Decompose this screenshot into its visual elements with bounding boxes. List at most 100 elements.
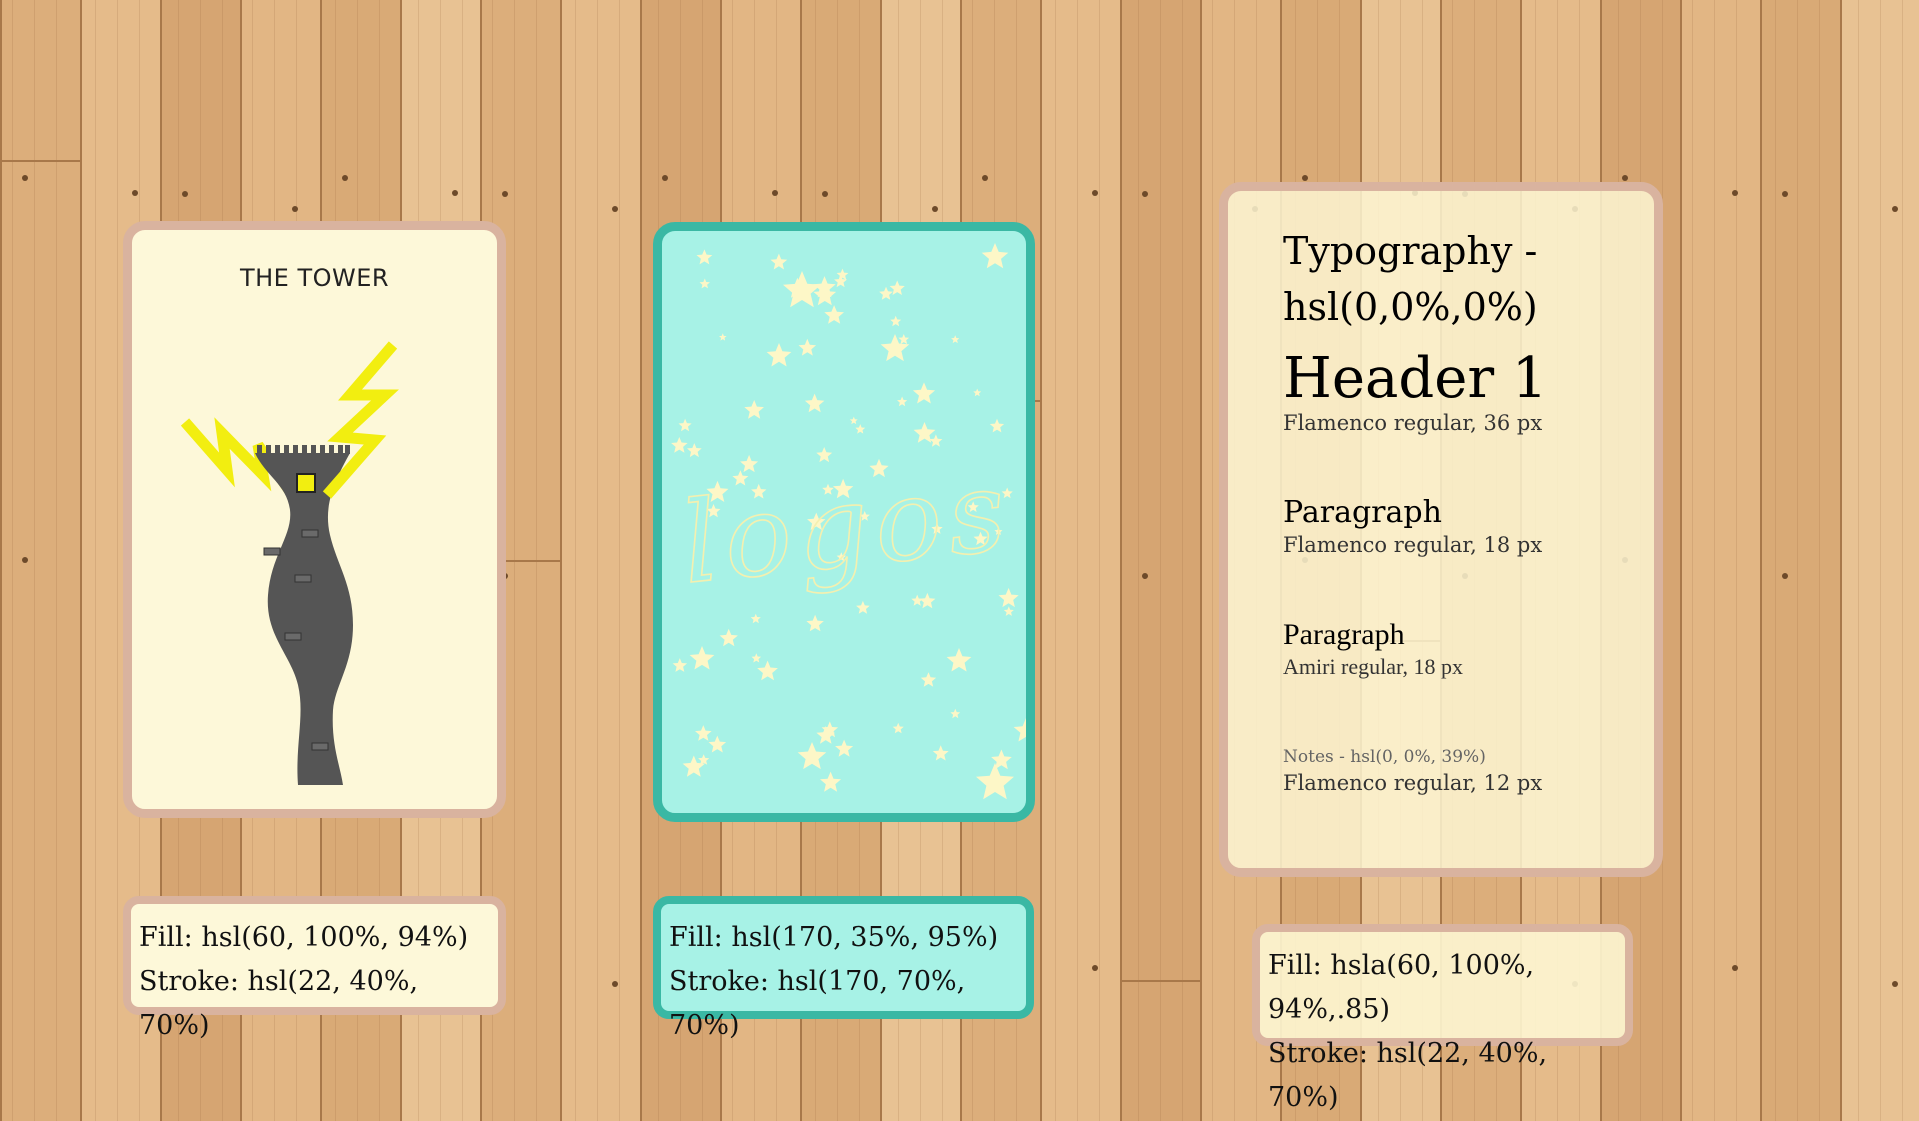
nail-head xyxy=(132,190,138,196)
nail-head xyxy=(1622,175,1628,181)
star-icon xyxy=(897,396,908,407)
header-1-spec: Flamenco regular, 36 px xyxy=(1283,411,1543,435)
plank-seam xyxy=(1680,0,1682,1121)
star-icon xyxy=(766,343,792,367)
plank-seam xyxy=(560,0,562,1121)
wood-grain xyxy=(1714,0,1715,1121)
star-icon xyxy=(855,424,866,434)
star-icon xyxy=(998,587,1019,608)
nail-head xyxy=(502,191,508,197)
plank-joint xyxy=(1120,980,1200,982)
star-icon xyxy=(951,335,960,344)
nail-head xyxy=(22,557,28,563)
star-icon xyxy=(695,725,712,741)
wood-grain xyxy=(1858,0,1859,1121)
star-icon xyxy=(671,437,688,453)
tower-card-title: THE TOWER xyxy=(239,264,390,292)
star-icon xyxy=(911,594,923,606)
notes-spec: Flamenco regular, 12 px xyxy=(1283,771,1543,795)
wood-grain xyxy=(1775,0,1776,1121)
nail-head xyxy=(1302,175,1308,181)
wood-grain xyxy=(1880,0,1881,1121)
nail-head xyxy=(22,175,28,181)
wood-plank xyxy=(1760,0,1840,1121)
wood-plank xyxy=(1840,0,1919,1121)
nail-head xyxy=(1892,206,1898,212)
star-icon xyxy=(1003,606,1014,616)
nail-head xyxy=(292,206,298,212)
plank-seam xyxy=(1040,0,1042,1121)
wood-grain xyxy=(1160,0,1161,1121)
logo-script-text: logos xyxy=(676,446,1018,610)
plank-seam xyxy=(1840,0,1842,1121)
nail-head xyxy=(1142,573,1148,579)
nail-head xyxy=(1782,573,1788,579)
nail-head xyxy=(1092,190,1098,196)
typography-stroke-text: Stroke: hsl(22, 40%, 70%) xyxy=(1268,1038,1548,1113)
star-icon xyxy=(687,443,702,458)
star-icon xyxy=(797,742,827,770)
star-icon xyxy=(816,447,833,463)
star-icon xyxy=(757,660,778,681)
typography-title: Typography - hsl(0,0%,0%) xyxy=(1283,229,1538,329)
star-icon xyxy=(950,708,961,719)
star-icon xyxy=(835,739,854,757)
star-icon xyxy=(912,382,936,404)
star-icon xyxy=(929,434,943,447)
star-icon xyxy=(699,278,710,289)
nail-head xyxy=(1142,191,1148,197)
paragraph-amiri-spec: Amiri regular, 18 px xyxy=(1283,654,1463,679)
tower-fill-text: Fill: hsl(60, 100%, 94%) xyxy=(139,922,469,953)
wood-grain xyxy=(1099,0,1100,1121)
wood-grain xyxy=(1736,0,1737,1121)
tower-icon xyxy=(255,453,353,785)
star-icon xyxy=(798,338,817,356)
tower-stroke-text: Stroke: hsl(22, 40%, 70%) xyxy=(139,966,419,1041)
star-icon xyxy=(719,628,738,647)
star-icon xyxy=(806,614,824,632)
star-field-illustration: logos xyxy=(671,243,1026,800)
typography-color-label: Fill: hsla(60, 100%, 94%,.85) Stroke: hs… xyxy=(1252,924,1633,1113)
plank-seam xyxy=(1760,0,1762,1121)
star-icon xyxy=(689,646,715,670)
plank-seam xyxy=(1200,0,1202,1121)
wood-grain xyxy=(1212,0,1213,1121)
nail-head xyxy=(612,206,618,212)
star-icon xyxy=(946,648,972,672)
paragraph-spec: Flamenco regular, 18 px xyxy=(1283,533,1543,557)
wood-grain xyxy=(117,0,118,1121)
nail-head xyxy=(662,175,668,181)
star-icon xyxy=(750,613,761,624)
star-icon xyxy=(751,653,762,663)
wood-grain xyxy=(597,0,598,1121)
star-icon xyxy=(981,243,1009,269)
star-icon xyxy=(892,722,904,734)
star-icon xyxy=(708,735,727,753)
nail-head xyxy=(612,981,618,987)
tower-card: THE TOWER xyxy=(123,221,506,818)
wood-grain xyxy=(95,0,96,1121)
star-icon xyxy=(989,418,1005,433)
header-1-sample: Header 1 xyxy=(1283,346,1548,411)
nail-head xyxy=(982,175,988,181)
nail-head xyxy=(772,190,778,196)
typography-fill-text: Fill: hsla(60, 100%, 94%,.85) xyxy=(1268,950,1535,1025)
star-icon xyxy=(804,393,825,413)
nail-head xyxy=(1892,981,1898,987)
wood-plank xyxy=(560,0,640,1121)
nail-head xyxy=(452,190,458,196)
star-icon xyxy=(889,280,905,295)
star-icon xyxy=(890,315,902,327)
star-icon xyxy=(820,771,842,792)
star-icon xyxy=(744,400,764,419)
star-icon xyxy=(770,253,788,270)
window-icon xyxy=(296,473,316,493)
star-icon xyxy=(898,334,910,345)
wood-grain xyxy=(12,0,13,1121)
nail-head xyxy=(932,206,938,212)
plank-seam xyxy=(1120,0,1122,1121)
plank-seam xyxy=(640,0,642,1121)
wood-grain xyxy=(1077,0,1078,1121)
wood-plank xyxy=(1040,0,1120,1121)
wood-grain xyxy=(34,0,35,1121)
